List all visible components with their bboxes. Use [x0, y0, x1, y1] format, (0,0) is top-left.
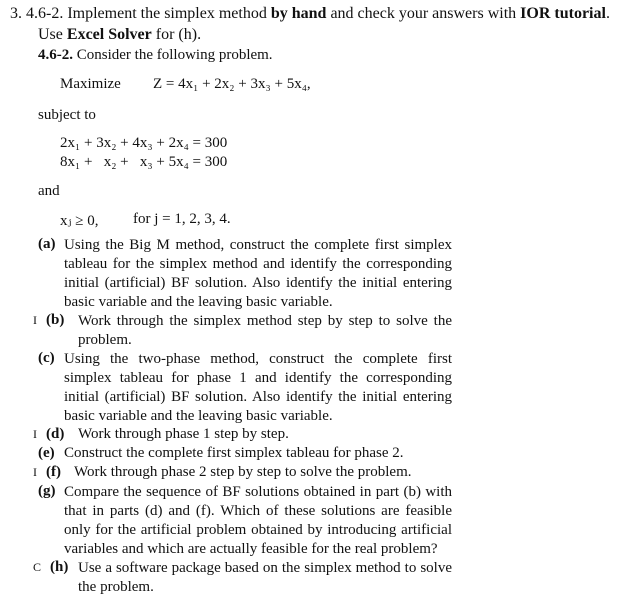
- part-label: (f): [46, 464, 61, 480]
- header-emphasis-excel: Excel Solver: [66, 26, 152, 43]
- part-label: (a): [38, 236, 56, 252]
- problem-intro: 4.6-2. Consider the following problem.: [38, 47, 273, 64]
- part-label: (e): [38, 445, 55, 461]
- part-marker: I: [33, 465, 37, 479]
- question-number: 3.: [10, 5, 22, 22]
- header-emphasis-by-hand: by hand: [270, 5, 327, 22]
- part-text: Construct the complete first simplex tab…: [64, 445, 404, 461]
- header-emphasis-ior: IOR tutorial: [520, 5, 606, 22]
- header-text: and check your answers with: [326, 5, 521, 22]
- header-text: .: [605, 5, 610, 22]
- part-text: Work through phase 2 step by step to sol…: [74, 464, 412, 480]
- constraint-1: 2x₁ + 3x₂ + 4x₃ + 2x₄ = 300: [60, 135, 228, 151]
- header-text: Use: [38, 26, 67, 43]
- problem-id: 4.6-2.: [38, 47, 73, 63]
- header-text: for (h).: [151, 26, 202, 43]
- header-text: 4.6-2. Implement the simplex method: [26, 5, 271, 22]
- question-header-line1: 3. 4.6-2. Implement the simplex method b…: [10, 5, 610, 23]
- part-text: Using the two-phase method, construct th…: [64, 351, 452, 424]
- nonnegativity-constraint: xⱼ ≥ 0,: [60, 213, 99, 229]
- part-marker: C: [33, 560, 42, 574]
- part-label: (d): [46, 426, 65, 442]
- part-label: (h): [50, 559, 69, 575]
- part-label: (c): [38, 350, 55, 366]
- problem-intro-text: Consider the following problem.: [73, 47, 273, 63]
- part-text: Using the Big M method, construct the co…: [64, 237, 452, 310]
- part-text: Compare the sequence of BF solutions obt…: [64, 484, 452, 557]
- question-header-line2: Use Excel Solver for (h).: [38, 26, 201, 44]
- subject-to-label: subject to: [38, 107, 96, 123]
- part-label: (b): [46, 312, 65, 328]
- part-text: Use a software package based on the simp…: [78, 560, 452, 595]
- nonnegativity-range: for j = 1, 2, 3, 4.: [133, 211, 231, 227]
- part-marker: I: [33, 427, 37, 441]
- part-label: (g): [38, 483, 56, 499]
- part-text: Work through phase 1 step by step.: [78, 426, 289, 442]
- and-label: and: [38, 183, 60, 199]
- part-marker: I: [33, 313, 37, 327]
- objective-function: Z = 4x₁ + 2x₂ + 3x₃ + 5x₄,: [153, 76, 311, 92]
- maximize-label: Maximize: [60, 76, 121, 92]
- constraint-2: 8x₁ + x₂ + x₃ + 5x₄ = 300: [60, 154, 228, 170]
- part-text: Work through the simplex method step by …: [78, 313, 452, 348]
